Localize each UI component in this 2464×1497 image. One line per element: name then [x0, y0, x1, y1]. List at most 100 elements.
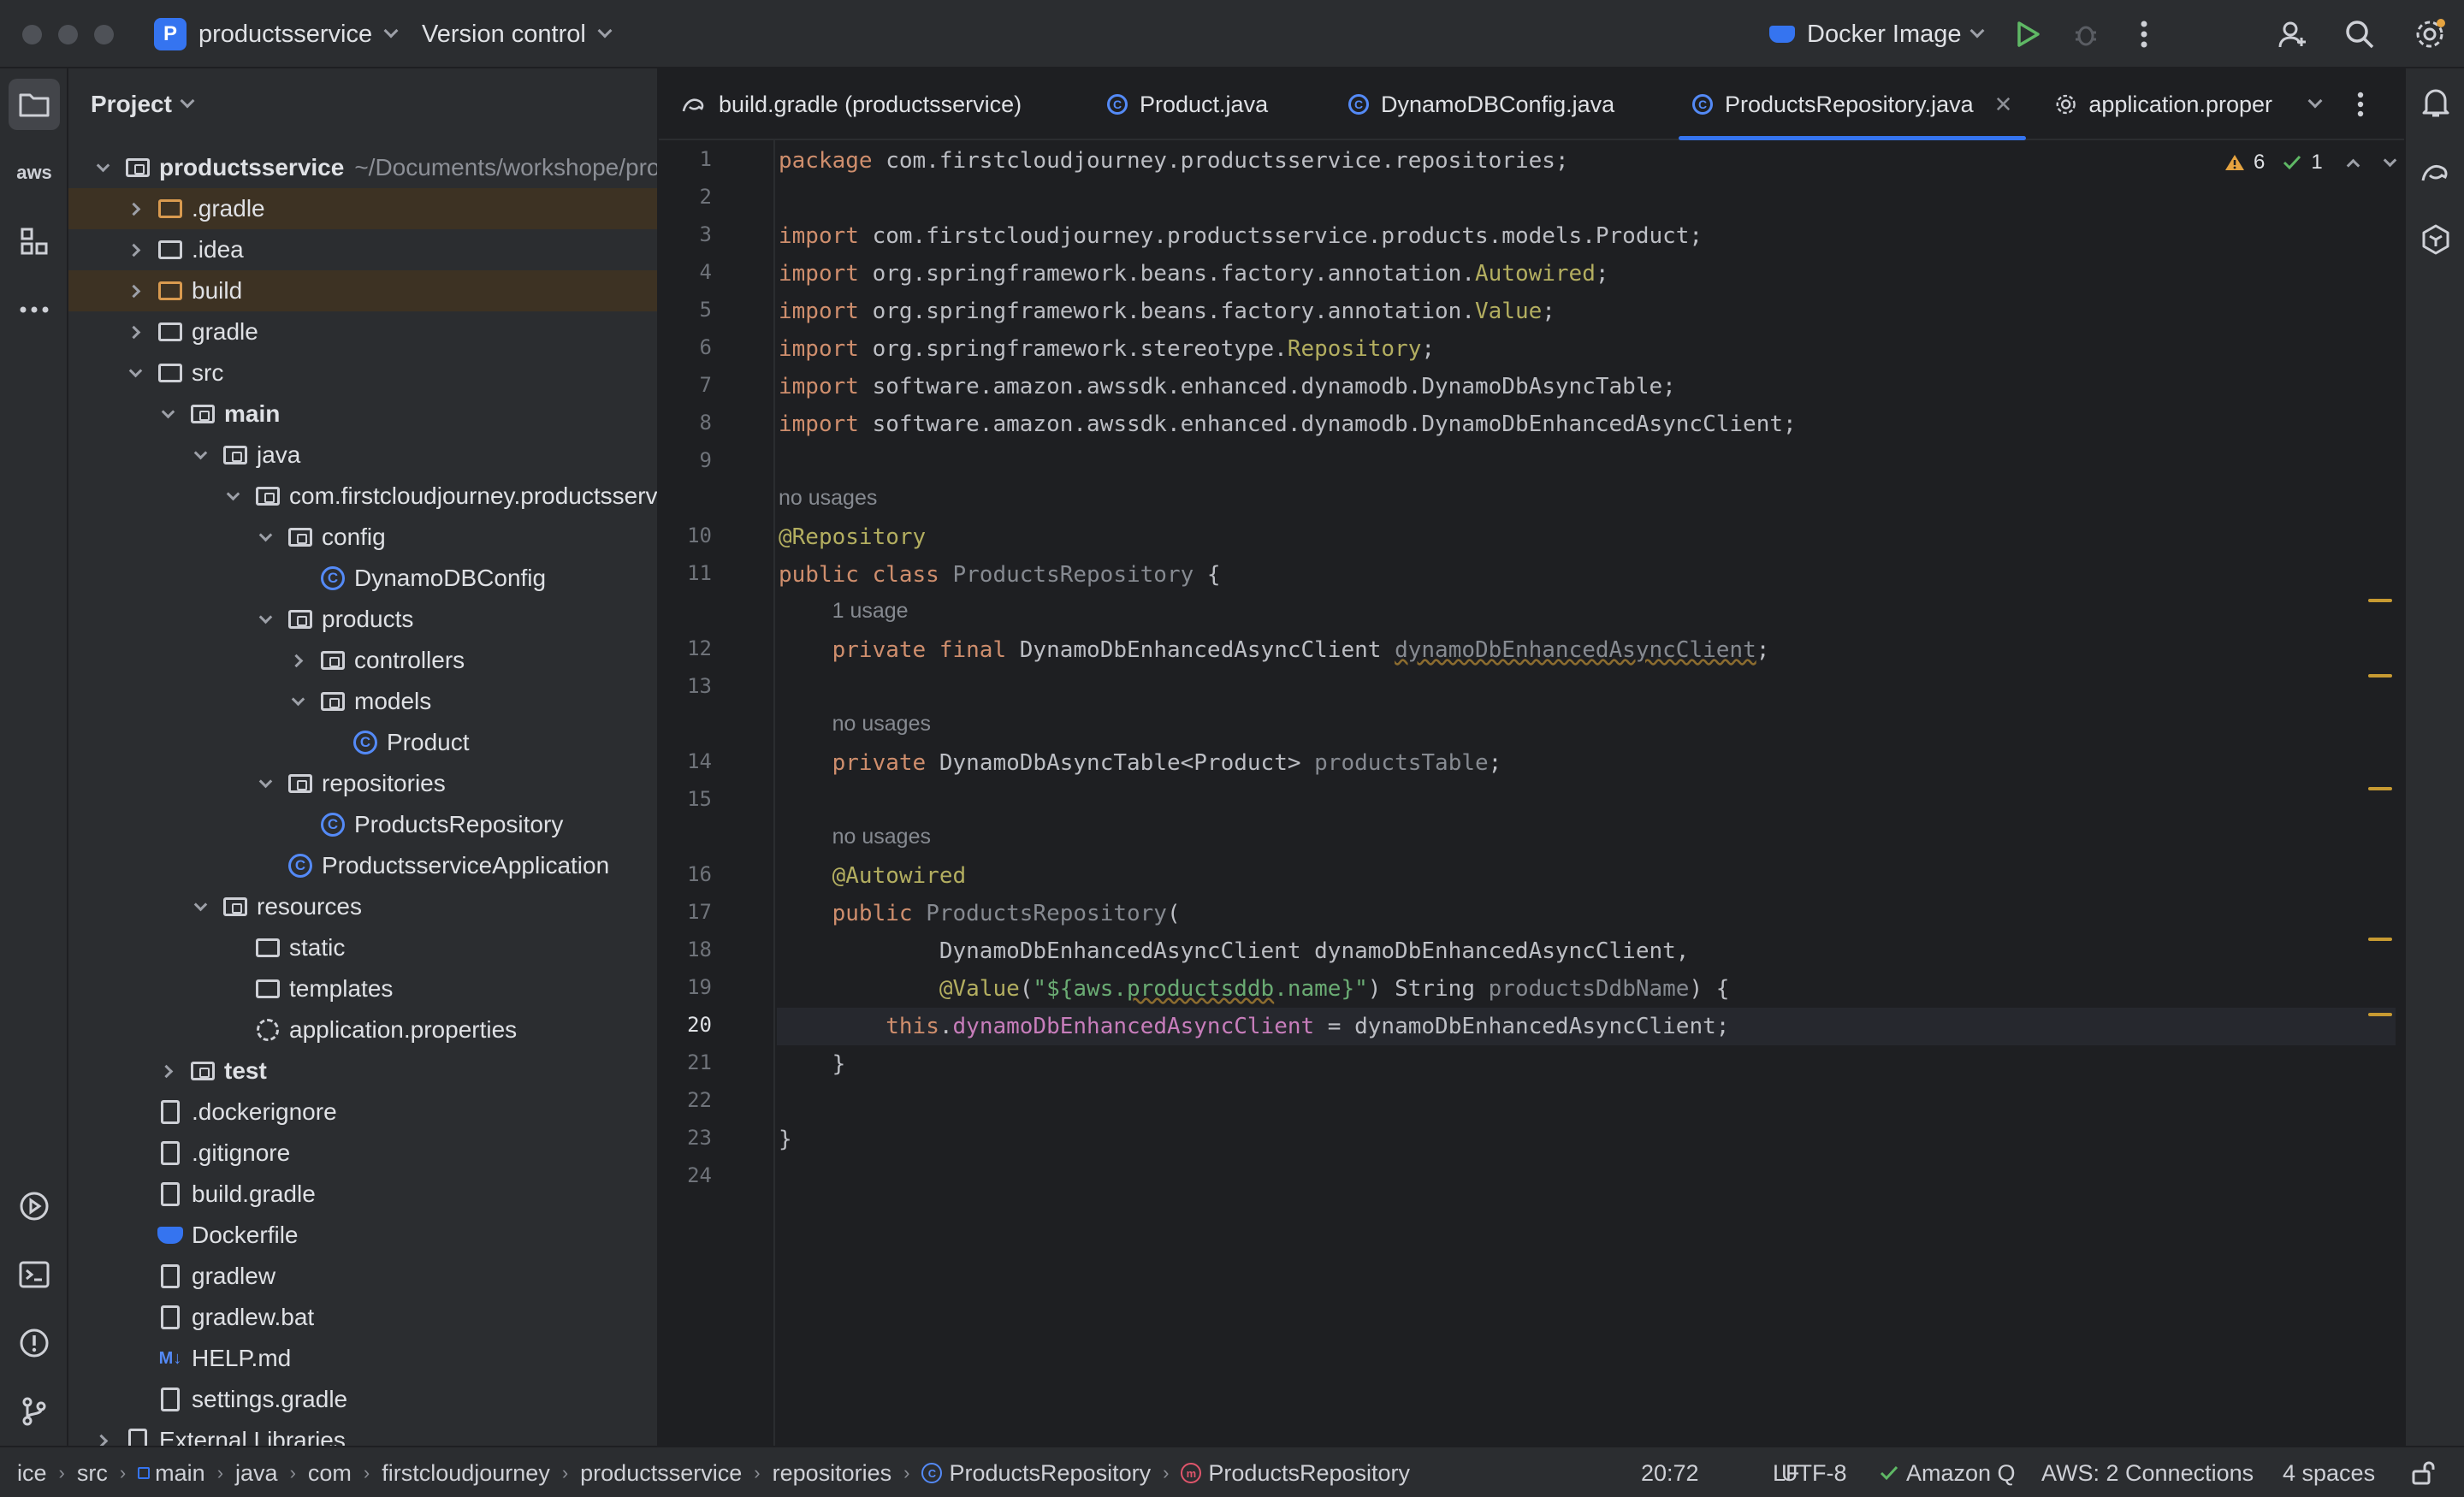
more-actions-button[interactable] — [2127, 17, 2161, 51]
tree-item[interactable]: java — [68, 435, 657, 476]
tree-item[interactable]: C ProductsserviceApplication — [68, 845, 657, 886]
indent-setting[interactable]: 4 spaces — [2283, 1447, 2375, 1497]
run-button[interactable] — [2011, 17, 2045, 51]
gradle-tool-button[interactable] — [2414, 150, 2457, 192]
tree-item[interactable]: .idea — [68, 229, 657, 270]
usage-hint[interactable]: no usages — [832, 825, 931, 849]
scrollbar-warning-marker[interactable] — [2368, 938, 2392, 941]
code-line[interactable]: import software.amazon.awssdk.enhanced.d… — [777, 368, 2396, 405]
tab-product-java[interactable]: C Product.java — [1107, 68, 1268, 140]
window-minimize-button[interactable] — [58, 25, 78, 44]
code-line[interactable]: private final DynamoDbEnhancedAsyncClien… — [777, 631, 2396, 669]
caret-position[interactable]: 20:72 — [1641, 1447, 1699, 1497]
add-user-button[interactable] — [2276, 17, 2310, 51]
code-line[interactable] — [777, 669, 2396, 707]
code-line[interactable] — [777, 1083, 2396, 1121]
tree-item[interactable]: gradle — [68, 311, 657, 352]
breadcrumb-item[interactable]: firstcloudjourney — [382, 1460, 550, 1487]
problems-tool-button[interactable] — [9, 1317, 60, 1369]
tab-build-gradle[interactable]: build.gradle (productsservice) — [681, 68, 1022, 140]
breadcrumb-item[interactable]: ProductsRepository — [1208, 1460, 1410, 1487]
code-line[interactable]: @Autowired — [777, 857, 2396, 895]
debug-button[interactable] — [2069, 17, 2103, 51]
aws-tool-button[interactable]: aws — [9, 147, 60, 198]
tree-item[interactable]: .dockerignore — [68, 1092, 657, 1133]
scrollbar-warning-marker[interactable] — [2368, 599, 2392, 602]
code-editor[interactable]: package com.firstcloudjourney.productsse… — [777, 140, 2396, 1446]
chevron-down-icon[interactable] — [222, 476, 243, 517]
tree-item[interactable]: External Libraries — [68, 1420, 657, 1446]
read-only-toggle[interactable] — [2411, 1447, 2435, 1497]
breadcrumb-item[interactable]: com — [308, 1460, 352, 1487]
scrollbar-warning-marker[interactable] — [2368, 1013, 2392, 1016]
breadcrumb-item[interactable]: ProductsRepository — [949, 1460, 1151, 1487]
tab-dynamodbconfig-java[interactable]: C DynamoDBConfig.java — [1348, 68, 1614, 140]
tree-item[interactable]: application.properties — [68, 1009, 657, 1050]
chevron-right-icon[interactable] — [92, 1420, 113, 1446]
usage-hint[interactable]: no usages — [832, 712, 931, 737]
chevron-up-icon[interactable] — [2346, 158, 2360, 172]
chevron-down-icon[interactable] — [157, 393, 178, 435]
window-close-button[interactable] — [22, 25, 42, 44]
breadcrumb-item[interactable]: src — [77, 1460, 108, 1487]
version-control-menu[interactable]: Version control — [422, 0, 613, 68]
code-line[interactable]: import software.amazon.awssdk.enhanced.d… — [777, 405, 2396, 443]
run-config-selector[interactable]: Docker Image — [1769, 0, 1985, 68]
tree-item[interactable]: C DynamoDBConfig — [68, 558, 657, 599]
tree-item[interactable]: M↓ HELP.md — [68, 1338, 657, 1379]
chevron-down-icon[interactable] — [255, 599, 275, 640]
code-line[interactable]: import com.firstcloudjourney.productsser… — [777, 217, 2396, 255]
breadcrumb-item[interactable]: ice — [17, 1460, 47, 1487]
code-line[interactable]: @Value("${aws. productsddb .name}") String… — [777, 970, 2396, 1008]
chevron-down-icon[interactable] — [92, 147, 113, 188]
aws-connections[interactable]: AWS: 2 Connections — [2041, 1447, 2254, 1497]
code-line[interactable]: } — [777, 1121, 2396, 1158]
close-tab-icon[interactable]: ✕ — [1994, 92, 2013, 118]
tree-item[interactable]: productsservice ~/Documents/workshope/pro… — [68, 147, 657, 188]
settings-button[interactable] — [2413, 17, 2447, 51]
tree-item[interactable]: settings.gradle — [68, 1379, 657, 1420]
tree-item[interactable]: templates — [68, 968, 657, 1009]
code-line[interactable] — [777, 1158, 2396, 1196]
tree-item[interactable]: build.gradle — [68, 1174, 657, 1215]
tree-item[interactable]: gradlew.bat — [68, 1297, 657, 1338]
code-line[interactable]: import org.springframework.stereotype. Re… — [777, 330, 2396, 368]
code-line[interactable]: package com.firstcloudjourney.productsse… — [777, 142, 2396, 180]
project-switcher[interactable]: P productsservice — [154, 0, 399, 68]
chevron-right-icon[interactable] — [125, 270, 145, 311]
tree-item[interactable]: .gradle — [68, 188, 657, 229]
plugin-tool-button[interactable] — [2414, 218, 2457, 261]
code-line[interactable] — [777, 180, 2396, 217]
code-line[interactable]: import org.springframework.beans.factory… — [777, 293, 2396, 330]
tree-item[interactable]: config — [68, 517, 657, 558]
code-line[interactable] — [777, 443, 2396, 481]
chevron-right-icon[interactable] — [125, 311, 145, 352]
tree-item[interactable]: resources — [68, 886, 657, 927]
chevron-down-icon[interactable] — [2383, 153, 2396, 167]
breadcrumb-item[interactable]: repositories — [773, 1460, 892, 1487]
usage-hint[interactable]: 1 usage — [832, 599, 909, 624]
chevron-down-icon[interactable] — [255, 763, 275, 804]
chevron-down-icon[interactable] — [190, 886, 210, 927]
code-line[interactable]: this. dynamoDbEnhancedAsyncClient = dynam… — [777, 1008, 2396, 1045]
chevron-right-icon[interactable] — [125, 188, 145, 229]
code-line[interactable]: public ProductsRepository( — [777, 895, 2396, 932]
code-line[interactable] — [777, 782, 2396, 820]
services-tool-button[interactable] — [9, 1180, 60, 1232]
git-tool-button[interactable] — [9, 1386, 60, 1437]
structure-tool-button[interactable] — [9, 216, 60, 267]
tree-item[interactable]: test — [68, 1050, 657, 1092]
project-tool-button[interactable] — [9, 79, 60, 130]
tree-item[interactable]: C ProductsRepository — [68, 804, 657, 845]
code-line[interactable]: DynamoDbEnhancedAsyncClient dynamoDbEnha… — [777, 932, 2396, 970]
tree-item[interactable]: models — [68, 681, 657, 722]
tree-item[interactable]: repositories — [68, 763, 657, 804]
tree-item[interactable]: products — [68, 599, 657, 640]
window-zoom-button[interactable] — [94, 25, 114, 44]
chevron-right-icon[interactable] — [287, 640, 308, 681]
tree-item[interactable]: main — [68, 393, 657, 435]
tree-item[interactable]: src — [68, 352, 657, 393]
chevron-right-icon[interactable] — [125, 229, 145, 270]
code-line[interactable]: @Repository — [777, 518, 2396, 556]
search-button[interactable] — [2343, 17, 2377, 51]
